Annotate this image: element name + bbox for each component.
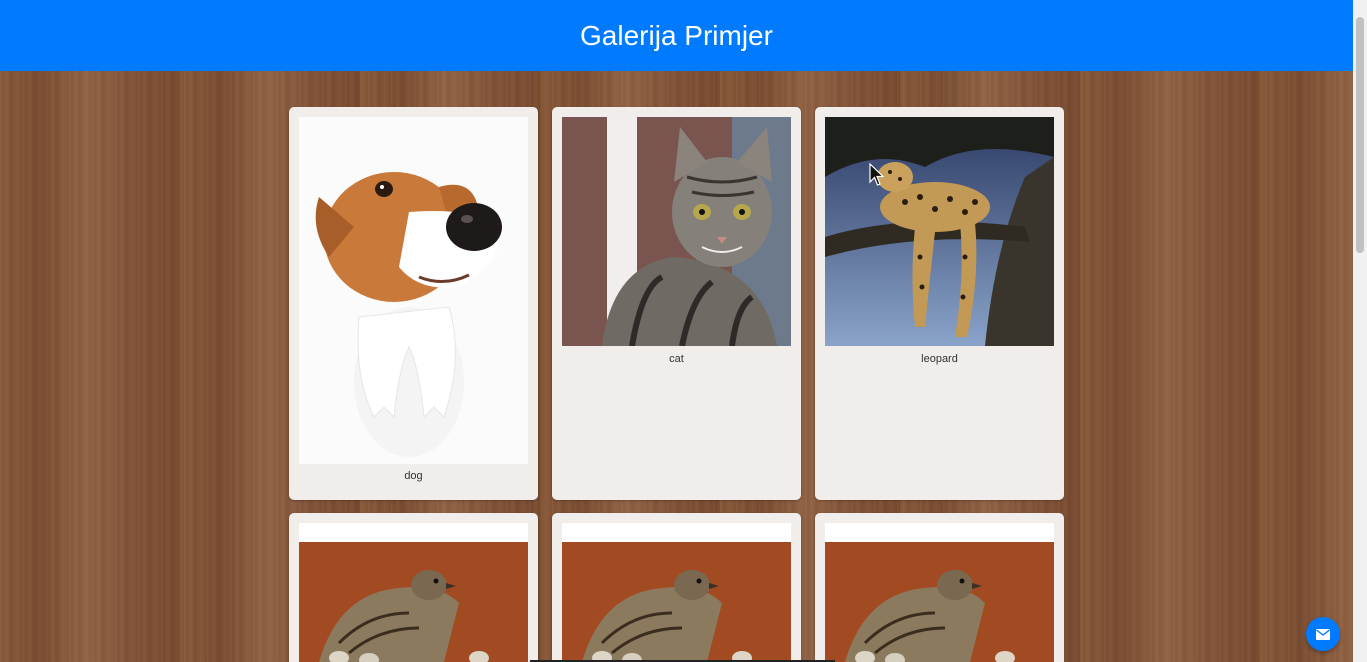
vertical-scrollbar[interactable]	[1353, 0, 1367, 662]
quail-image[interactable]	[299, 523, 528, 662]
page-title: Galerija Primjer	[580, 19, 773, 51]
dog-image[interactable]	[299, 117, 528, 464]
leopard-image[interactable]	[825, 117, 1054, 346]
envelope-icon	[1316, 628, 1330, 640]
gallery-card-quail-2[interactable]	[552, 513, 801, 662]
gallery-card-leopard[interactable]: leopard	[815, 107, 1064, 500]
gallery-card-quail-3[interactable]	[815, 513, 1064, 662]
cursor-icon	[869, 163, 885, 187]
quail-image[interactable]	[825, 523, 1054, 662]
quail-image[interactable]	[562, 523, 791, 662]
scrollbar-thumb[interactable]	[1356, 17, 1364, 253]
gallery-caption: dog	[404, 470, 423, 482]
contact-button[interactable]	[1306, 617, 1340, 651]
gallery-card-quail-1[interactable]	[289, 513, 538, 662]
gallery-card-cat[interactable]: cat	[552, 107, 801, 500]
gallery-caption: cat	[669, 353, 684, 365]
page-header: Galerija Primjer	[0, 0, 1353, 71]
gallery-caption: leopard	[921, 353, 958, 365]
gallery-card-dog[interactable]: dog	[289, 107, 538, 500]
cat-image[interactable]	[562, 117, 791, 346]
